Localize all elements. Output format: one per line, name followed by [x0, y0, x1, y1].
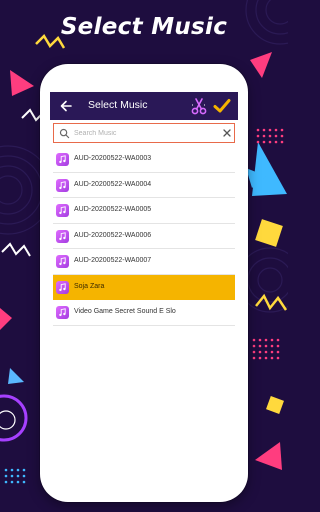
song-row[interactable]: AUD-20200522-WA0003 — [53, 147, 235, 173]
music-file-icon — [56, 204, 69, 217]
song-title: AUD-20200522-WA0004 — [74, 180, 152, 188]
song-title: AUD-20200522-WA0003 — [74, 155, 152, 162]
song-row[interactable]: AUD-20200522-WA0005 — [53, 198, 235, 224]
song-title: Video Game Secret Sound E Slo — [74, 308, 176, 315]
song-title: AUD-20200522-WA0006 — [74, 231, 152, 239]
song-list: AUD-20200522-WA0003 AUD-20200522-WA0004 … — [53, 147, 235, 326]
search-bar — [53, 123, 235, 143]
song-row[interactable]: AUD-20200522-WA0007 — [53, 249, 235, 275]
page-headline: Select Music — [60, 14, 228, 40]
music-file-icon — [56, 280, 69, 294]
song-row-selected[interactable]: Soja Zara — [53, 274, 235, 300]
song-row[interactable]: AUD-20200522-WA0006 — [53, 223, 235, 249]
music-file-icon — [56, 153, 69, 166]
song-title: AUD-20200522-WA0005 — [74, 206, 152, 213]
scissors-icon[interactable] — [189, 96, 209, 116]
app-bar: Select Music — [50, 92, 238, 120]
music-file-icon — [56, 306, 69, 319]
search-input[interactable] — [74, 126, 214, 140]
arrow-left-icon[interactable] — [58, 98, 74, 114]
close-icon[interactable] — [222, 128, 232, 138]
music-file-icon — [56, 178, 69, 192]
app-bar-title: Select Music — [88, 99, 148, 111]
music-file-icon — [56, 229, 69, 243]
song-title: Soja Zara — [74, 282, 105, 290]
music-file-icon — [56, 255, 69, 268]
song-title: AUD-20200522-WA0007 — [74, 257, 152, 264]
song-row[interactable]: Video Game Secret Sound E Slo — [53, 300, 235, 326]
search-icon — [59, 128, 70, 139]
song-row[interactable]: AUD-20200522-WA0004 — [53, 172, 235, 198]
checkmark-icon[interactable] — [212, 96, 232, 116]
app-screen: Select Music AUD-20200522-WA0003 — [50, 92, 238, 450]
